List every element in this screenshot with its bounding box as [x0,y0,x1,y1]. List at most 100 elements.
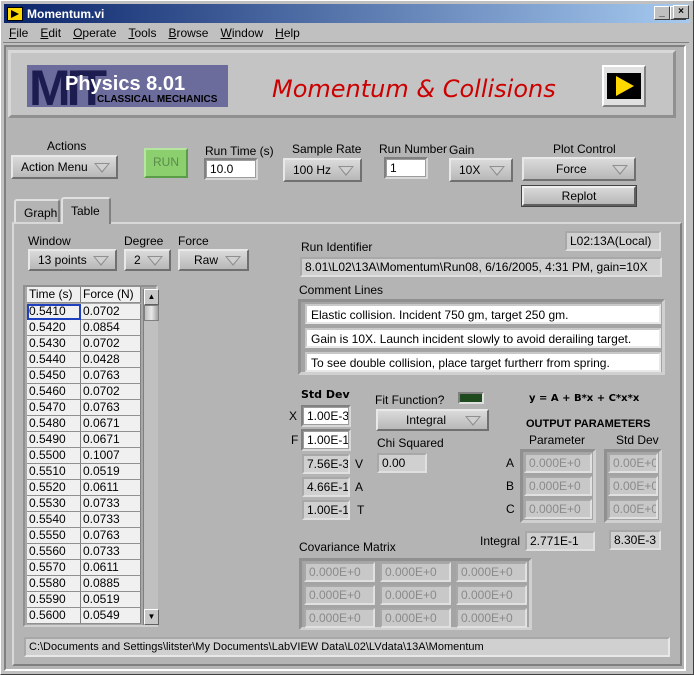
table-row[interactable]: 0.5600 0.0549 [27,608,141,624]
time-cell[interactable]: 0.5530 [27,496,81,512]
param-b-stddev: 0.00E+0 [608,476,658,496]
table-scrollbar[interactable]: ▲ ▼ [143,289,159,625]
time-cell[interactable]: 0.5540 [27,512,81,528]
menu-operate[interactable]: Operate [67,26,122,40]
time-cell[interactable]: 0.5500 [27,448,81,464]
time-cell[interactable]: 0.5560 [27,544,81,560]
time-cell[interactable]: 0.5590 [27,592,81,608]
time-cell[interactable]: 0.5580 [27,576,81,592]
menu-window[interactable]: Window [214,26,269,40]
chi-squared-indicator: 0.00 [377,453,427,473]
force-cell[interactable]: 0.0763 [81,400,141,416]
gain-ring[interactable]: 10X [449,158,513,182]
comment-line-2[interactable]: Gain is 10X. Launch incident slowly to a… [305,328,661,348]
table-row[interactable]: 0.5520 0.0611 [27,480,141,496]
fit-function-led[interactable] [458,392,484,404]
force-cell[interactable]: 0.0702 [81,336,141,352]
window-ring[interactable]: 13 points [28,249,117,271]
tab-table[interactable]: Table [61,197,111,224]
f-stddev-input[interactable]: 1.00E-1 [301,429,351,451]
table-row[interactable]: 0.5510 0.0519 [27,464,141,480]
scroll-up-icon[interactable]: ▲ [144,289,159,305]
force-cell[interactable]: 0.0428 [81,352,141,368]
force-cell[interactable]: 0.0549 [81,608,141,624]
time-cell[interactable]: 0.5480 [27,416,81,432]
force-cell[interactable]: 0.0519 [81,592,141,608]
minimize-button[interactable]: _ [654,6,670,20]
close-button[interactable]: × [673,5,689,19]
comment-line-1[interactable]: Elastic collision. Incident 750 gm, targ… [305,304,661,324]
chevron-down-icon [94,163,110,173]
time-cell[interactable]: 0.5450 [27,368,81,384]
table-row[interactable]: 0.5500 0.1007 [27,448,141,464]
time-cell[interactable]: 0.5470 [27,400,81,416]
time-cell[interactable]: 0.5570 [27,560,81,576]
force-cell[interactable]: 0.0702 [81,304,141,320]
table-row[interactable]: 0.5550 0.0763 [27,528,141,544]
table-row[interactable]: 0.5540 0.0733 [27,512,141,528]
table-row[interactable]: 0.5410 0.0702 [27,304,141,320]
run-button[interactable]: RUN [144,148,188,178]
run-number-input[interactable]: 1 [384,157,428,179]
force-cell[interactable]: 0.0763 [81,368,141,384]
table-row[interactable]: 0.5470 0.0763 [27,400,141,416]
force-cell[interactable]: 0.0671 [81,432,141,448]
table-row[interactable]: 0.5480 0.0671 [27,416,141,432]
tab-graph[interactable]: Graph [14,199,60,222]
table-row[interactable]: 0.5530 0.0733 [27,496,141,512]
covariance-cell: 0.000E+0 [456,562,527,582]
menu-file[interactable]: File [3,26,34,40]
menu-edit[interactable]: Edit [34,26,67,40]
data-table[interactable]: Time (s) Force (N) ▲ ▼ 0.5410 0.0702 0.542… [23,285,159,627]
replot-button[interactable]: Replot [521,185,637,207]
time-cell[interactable]: 0.5410 [27,304,81,320]
time-cell[interactable]: 0.5510 [27,464,81,480]
scroll-thumb[interactable] [144,305,159,321]
force-cell[interactable]: 0.0763 [81,528,141,544]
x-stddev-input[interactable]: 1.00E-3 [301,405,351,427]
force-cell[interactable]: 0.0519 [81,464,141,480]
force-cell[interactable]: 0.0611 [81,480,141,496]
time-cell[interactable]: 0.5490 [27,432,81,448]
time-cell[interactable]: 0.5520 [27,480,81,496]
table-row[interactable]: 0.5590 0.0519 [27,592,141,608]
table-row[interactable]: 0.5570 0.0611 [27,560,141,576]
degree-ring[interactable]: 2 [124,249,171,271]
table-row[interactable]: 0.5450 0.0763 [27,368,141,384]
menu-help[interactable]: Help [269,26,306,40]
table-row[interactable]: 0.5420 0.0854 [27,320,141,336]
run-time-input[interactable]: 10.0 [204,158,258,180]
force-cell[interactable]: 0.0611 [81,560,141,576]
time-cell[interactable]: 0.5440 [27,352,81,368]
time-cell[interactable]: 0.5420 [27,320,81,336]
comment-line-3[interactable]: To see double collision, place target fu… [305,352,661,372]
force-cell[interactable]: 0.0885 [81,576,141,592]
table-row[interactable]: 0.5560 0.0733 [27,544,141,560]
force-cell[interactable]: 0.0733 [81,544,141,560]
force-cell[interactable]: 0.1007 [81,448,141,464]
time-cell[interactable]: 0.5550 [27,528,81,544]
menu-tools[interactable]: Tools [122,26,162,40]
force-ring[interactable]: Raw [178,249,249,271]
scroll-down-icon[interactable]: ▼ [144,609,159,625]
force-cell[interactable]: 0.0733 [81,496,141,512]
table-row[interactable]: 0.5580 0.0885 [27,576,141,592]
menu-browse[interactable]: Browse [162,26,214,40]
force-cell[interactable]: 0.0854 [81,320,141,336]
plot-control-ring[interactable]: Force [522,157,636,181]
table-row[interactable]: 0.5460 0.0702 [27,384,141,400]
force-cell[interactable]: 0.0671 [81,416,141,432]
actions-menu-ring[interactable]: Action Menu [11,155,118,179]
time-cell[interactable]: 0.5430 [27,336,81,352]
fit-mode-ring[interactable]: Integral [376,409,489,431]
time-cell[interactable]: 0.5600 [27,608,81,624]
time-cell[interactable]: 0.5460 [27,384,81,400]
table-row[interactable]: 0.5440 0.0428 [27,352,141,368]
force-cell[interactable]: 0.0702 [81,384,141,400]
table-header: Time (s) Force (N) [27,287,141,303]
table-row[interactable]: 0.5430 0.0702 [27,336,141,352]
param-a-stddev: 0.00E+0 [608,453,658,473]
force-cell[interactable]: 0.0733 [81,512,141,528]
sample-rate-ring[interactable]: 100 Hz [283,158,362,182]
table-row[interactable]: 0.5490 0.0671 [27,432,141,448]
